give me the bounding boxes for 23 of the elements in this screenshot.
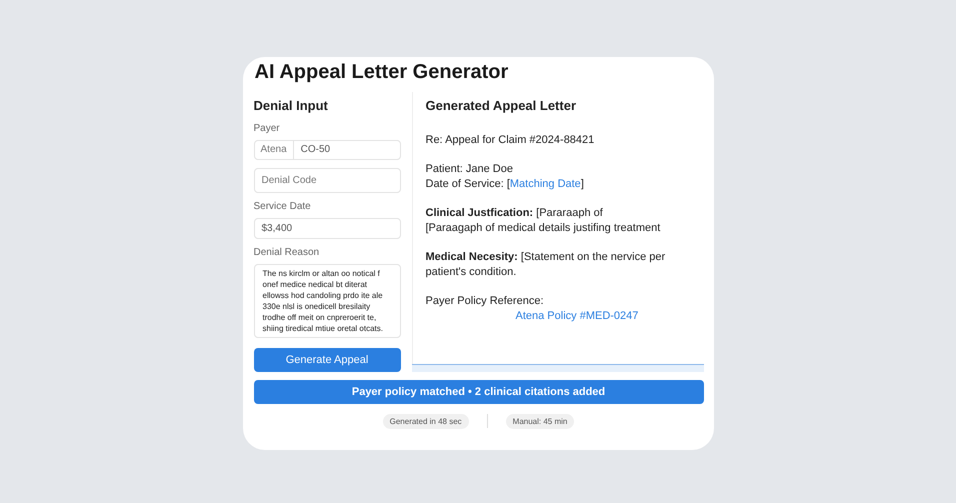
letter-text: Payer Policy Reference: [426, 294, 544, 308]
field-label: Service Date [254, 200, 312, 212]
time-chip: Generated in 48 sec [382, 414, 469, 428]
letter-text: Clinical Justfication: [Pararaaph of [426, 206, 604, 220]
denial-reason-field[interactable]: The ns kirclm or altan oo notical f onef medice nedical bt diterat ellowss hod candoling prdo ite ale 330e nlsl is onedicell bresilaity trodhe off meit on cnpreroerit te, shiing tiredical mtiue oretal otcats. [254, 264, 400, 338]
status-bar: Payer policy matched • 2 clinical citations added [254, 380, 704, 404]
section-heading: Generated Appeal Letter [426, 98, 578, 112]
time-chip: Manual: 45 min [506, 414, 574, 428]
policy-link[interactable]: Atena Policy #MED-0247 [516, 308, 704, 324]
section-heading: Denial Input [254, 98, 329, 112]
service-date-field[interactable]: $3,400 [254, 218, 400, 239]
letter-text: Medical Necesity: [Statement on the nervice per [426, 250, 666, 264]
letter-text: patient's condition. [426, 264, 518, 280]
field-label: Denial Reason [254, 246, 320, 258]
denial-code-field[interactable]: Denial Code [254, 168, 400, 193]
letter-text: Re: Appeal for Claim #2024-88421 [426, 132, 596, 148]
letter-text: Patient: Jane Doe [426, 162, 514, 176]
payer-field[interactable]: Atena CO-50 [254, 140, 400, 160]
field-label: Payer [254, 122, 281, 134]
letter-text: Date of Service: [Matching Date] [426, 176, 585, 192]
generate-button[interactable]: Generate Appeal [254, 348, 400, 372]
app-title: AI Appeal Letter Generator [254, 60, 510, 84]
letter-text: [Paraagaph of medical details justifing treatment [426, 220, 662, 236]
